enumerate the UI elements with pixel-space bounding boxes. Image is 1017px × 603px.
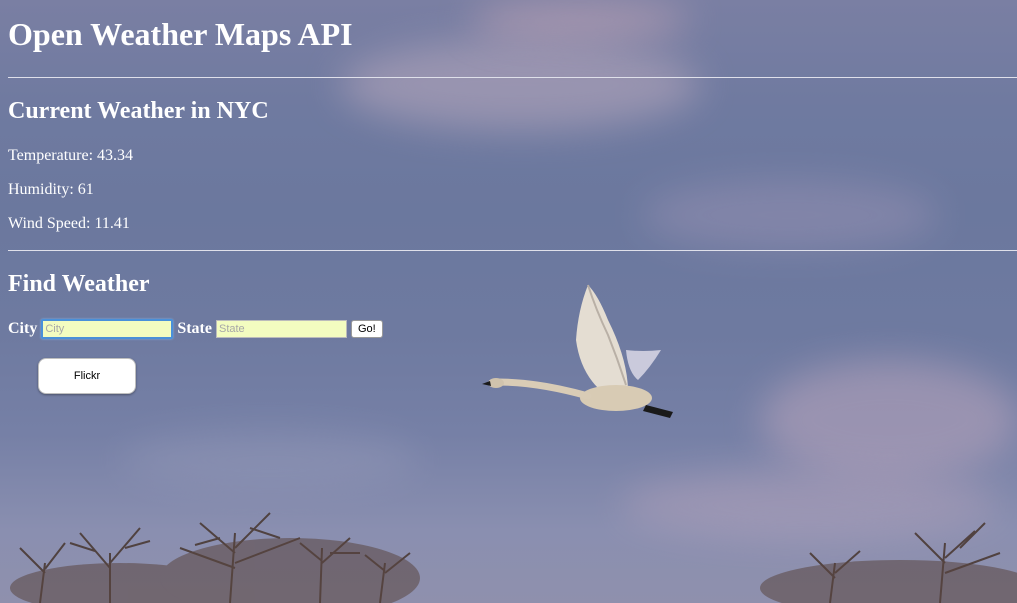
- temperature-text: Temperature: 43.34: [8, 147, 134, 164]
- divider: [8, 250, 1017, 251]
- current-weather-heading: Current Weather in NYC: [8, 98, 269, 124]
- cloud: [340, 40, 700, 130]
- trees-silhouette: [10, 512, 1017, 603]
- cloud: [120, 430, 420, 490]
- divider: [8, 77, 1017, 78]
- wind-speed-text: Wind Speed: 11.41: [8, 215, 130, 232]
- humidity-text: Humidity: 61: [8, 181, 94, 198]
- state-input[interactable]: [215, 320, 347, 338]
- page-title: Open Weather Maps API: [8, 16, 353, 52]
- swan-icon: [482, 284, 673, 418]
- cloud: [640, 180, 940, 250]
- flickr-button[interactable]: Flickr: [38, 358, 136, 394]
- city-label: City: [8, 320, 38, 337]
- go-button[interactable]: Go!: [350, 320, 383, 338]
- cloud: [760, 360, 1017, 480]
- cloud: [470, 0, 690, 40]
- find-weather-heading: Find Weather: [8, 271, 150, 297]
- find-weather-form: City State Go!: [8, 318, 383, 340]
- state-label: State: [177, 320, 212, 337]
- city-input[interactable]: [41, 319, 174, 339]
